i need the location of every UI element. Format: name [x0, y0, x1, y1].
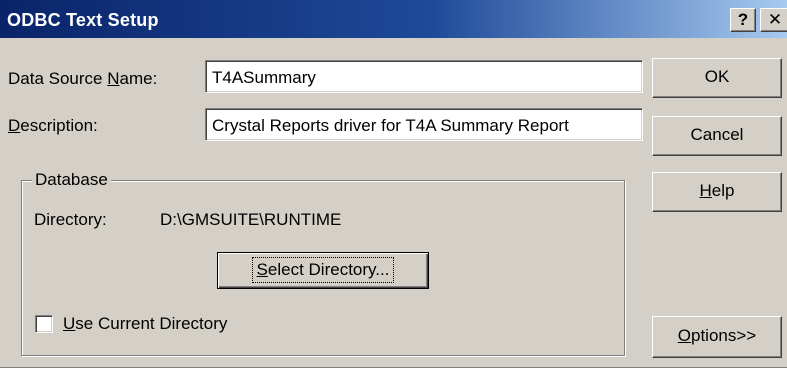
cancel-button[interactable]: Cancel [652, 116, 782, 156]
use-current-text: se Current Directory [75, 314, 228, 333]
description-label-mnemonic: D [8, 116, 21, 135]
select-directory-focus: Select Directory... [251, 257, 395, 283]
help-text: elp [711, 181, 735, 200]
description-label: Description: [8, 116, 98, 136]
cancel-label: Cancel [690, 125, 744, 144]
help-mnemonic: H [699, 181, 712, 200]
options-label: Options>> [678, 317, 756, 355]
select-directory-button[interactable]: Select Directory... [217, 252, 429, 289]
help-icon[interactable]: ? [730, 8, 756, 32]
select-directory-label: elect Directory... [267, 260, 390, 279]
description-label-text: escription: [20, 116, 98, 135]
dsn-label-text-end: ame: [119, 69, 158, 88]
options-text: ptions>> [691, 326, 757, 345]
use-current-directory-checkbox[interactable] [35, 315, 53, 333]
odbc-text-setup-dialog: ODBC Text Setup ? ✕ Data Source Name: T4… [0, 0, 787, 368]
dsn-label: Data Source Name: [8, 69, 157, 89]
description-field[interactable]: Crystal Reports driver for T4A Summary R… [205, 108, 643, 141]
help-button[interactable]: Help [652, 172, 782, 212]
dsn-label-text: Data Source [8, 69, 108, 88]
use-current-mnemonic: U [63, 314, 76, 333]
ok-label: OK [704, 67, 730, 86]
directory-label: Directory: [34, 210, 107, 229]
close-icon[interactable]: ✕ [760, 8, 787, 32]
select-directory-mnemonic: S [256, 260, 268, 279]
use-current-directory-label[interactable]: Use Current Directory [63, 314, 227, 334]
directory-value: D:\GMSUITE\RUNTIME [160, 210, 342, 229]
window-title: ODBC Text Setup [7, 10, 159, 30]
dsn-label-mnemonic: N [107, 69, 120, 88]
ok-button[interactable]: OK [652, 58, 782, 98]
dsn-field[interactable]: T4ASummary [205, 60, 643, 93]
title-bar[interactable]: ODBC Text Setup ? ✕ [0, 0, 787, 38]
options-mnemonic: O [677, 326, 691, 345]
options-button[interactable]: Options>> [652, 316, 782, 358]
help-label: Help [700, 173, 735, 209]
database-group-label: Database [32, 170, 111, 190]
